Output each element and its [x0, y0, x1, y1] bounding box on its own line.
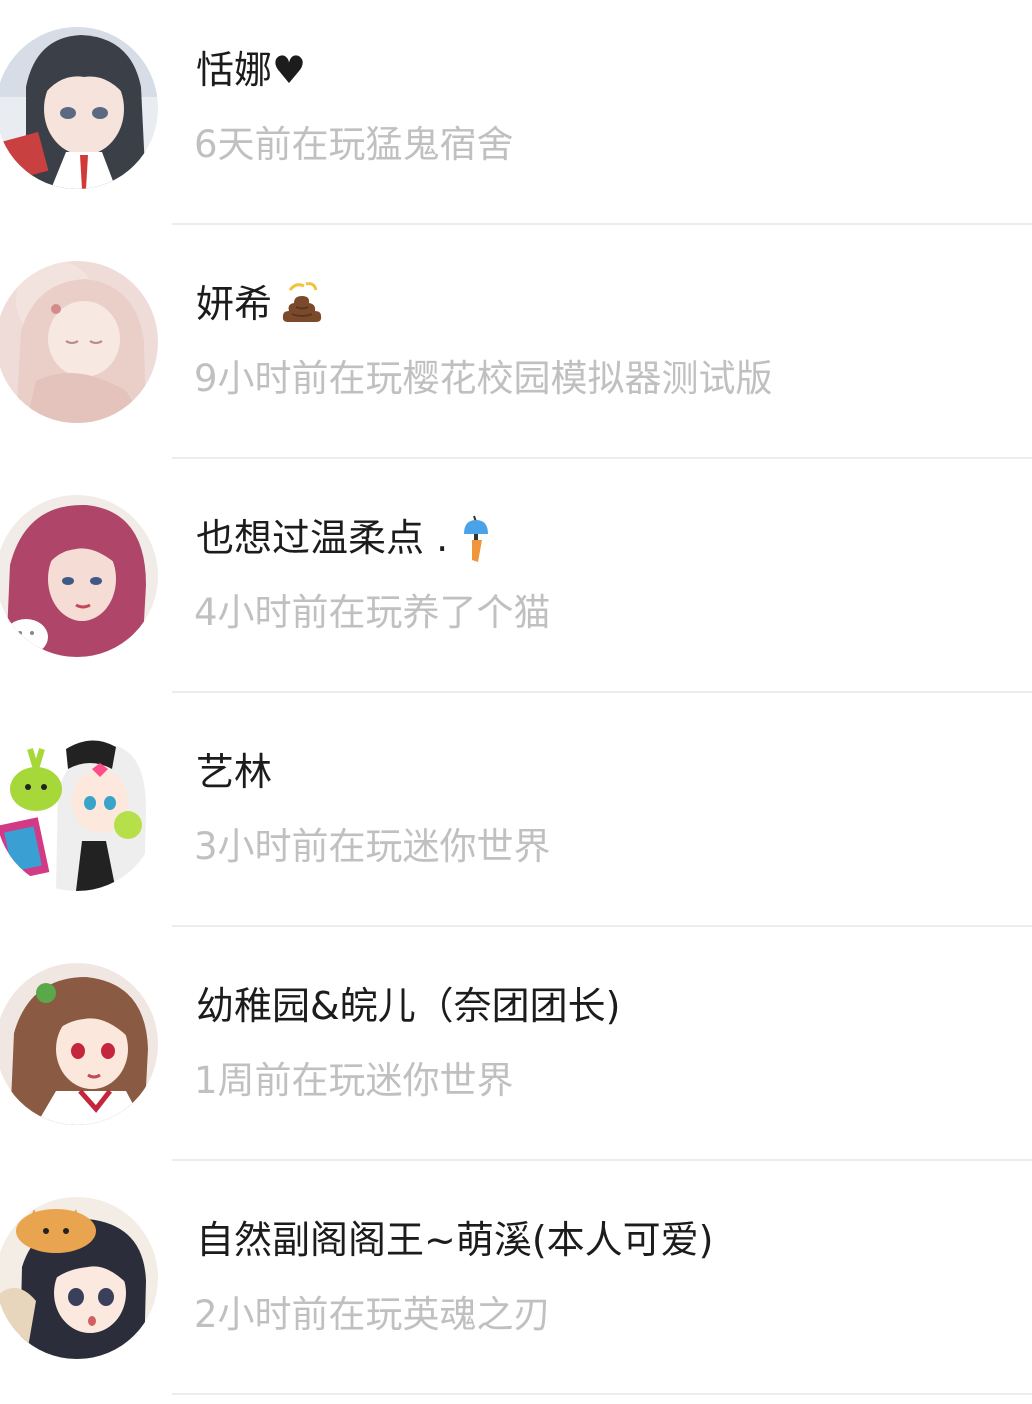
friend-name-text: 恬娜♥ [196, 48, 307, 92]
friend-name: 幼稚园&皖儿（奈团团长) [196, 980, 620, 1032]
avatar[interactable] [0, 1197, 158, 1359]
friend-status: 9小时前在玩樱花校园模拟器测试版 [194, 357, 773, 400]
friend-row[interactable]: 也想过温柔点 . 4小时前在玩养了个猫 [0, 468, 1032, 702]
friend-name-text: 妍希 [196, 282, 273, 326]
friend-name: 恬娜♥ [196, 44, 306, 96]
avatar[interactable] [0, 495, 158, 657]
friends-list: 恬娜♥ 6天前在玩猛鬼宿舍 妍希 9小时前在玩樱花校园模拟器测试版 也想过温柔点… [0, 0, 1032, 1404]
wind-chime-icon [454, 512, 502, 564]
friend-row[interactable]: 幼稚园&皖儿（奈团团长) 1周前在玩迷你世界 [0, 936, 1032, 1170]
friend-row[interactable]: 艺林 3小时前在玩迷你世界 [0, 702, 1032, 936]
friend-name-text: 艺林 [196, 750, 273, 794]
friend-name: 妍希 [196, 278, 326, 330]
friend-name-text: 也想过温柔点 . [196, 516, 449, 560]
avatar[interactable] [0, 729, 158, 891]
friend-name-text: 幼稚园&皖儿（奈团团长) [196, 984, 621, 1028]
friend-name: 也想过温柔点 . [196, 512, 502, 564]
friend-name: 艺林 [196, 746, 272, 798]
friend-row[interactable]: 自然副阁阁王~萌溪(本人可爱) 2小时前在玩英魂之刃 [0, 1170, 1032, 1404]
poop-emoji-icon [278, 278, 326, 330]
divider [172, 1393, 1032, 1395]
divider [172, 691, 1032, 693]
friend-name: 自然副阁阁王~萌溪(本人可爱) [196, 1214, 714, 1266]
friend-status: 4小时前在玩养了个猫 [194, 591, 551, 634]
divider [172, 457, 1032, 459]
friend-status: 6天前在玩猛鬼宿舍 [194, 123, 514, 166]
friend-row[interactable]: 妍希 9小时前在玩樱花校园模拟器测试版 [0, 234, 1032, 468]
friend-status: 1周前在玩迷你世界 [194, 1059, 514, 1102]
friend-status: 2小时前在玩英魂之刃 [194, 1293, 551, 1336]
avatar[interactable] [0, 963, 158, 1125]
friend-name-text: 自然副阁阁王~萌溪(本人可爱) [196, 1218, 714, 1262]
friend-status: 3小时前在玩迷你世界 [194, 825, 551, 868]
avatar[interactable] [0, 27, 158, 189]
friend-row[interactable]: 恬娜♥ 6天前在玩猛鬼宿舍 [0, 0, 1032, 234]
avatar[interactable] [0, 261, 158, 423]
divider [172, 925, 1032, 927]
divider [172, 1159, 1032, 1161]
divider [172, 223, 1032, 225]
